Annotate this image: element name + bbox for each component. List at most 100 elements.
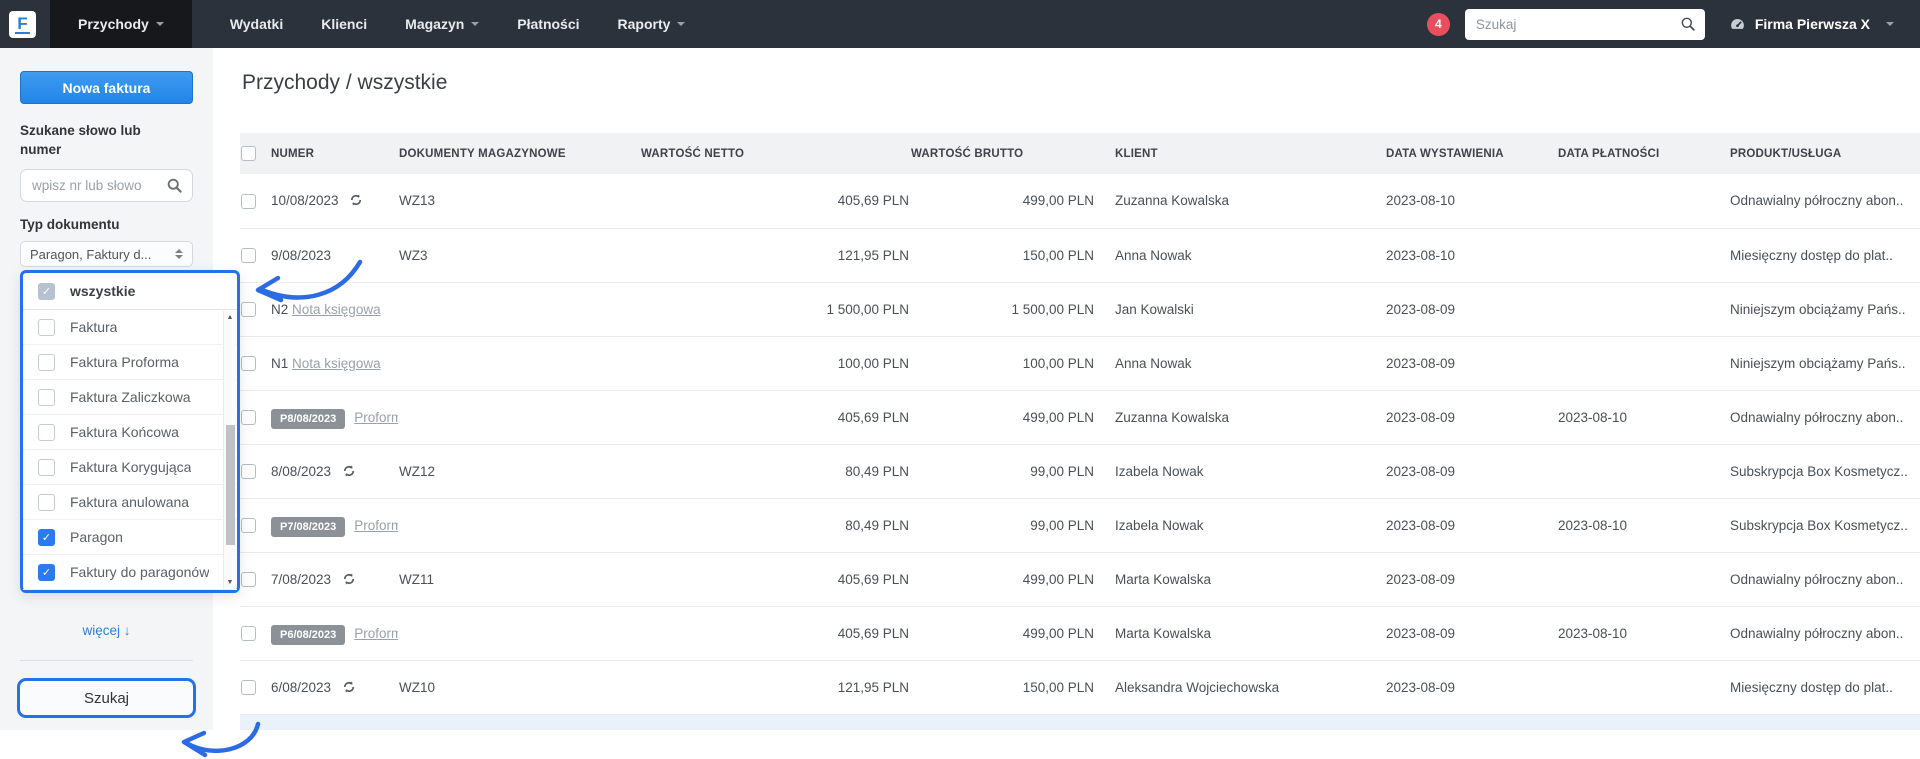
cell-netto: 80,49 PLN bbox=[640, 498, 910, 553]
proforma-badge: P6/08/2023 bbox=[271, 624, 346, 645]
dropdown-option-5[interactable]: Faktura anulowana bbox=[23, 485, 237, 520]
option-checkbox[interactable] bbox=[38, 423, 55, 441]
document-type-link[interactable]: Proforma bbox=[354, 626, 398, 641]
scroll-down-icon[interactable]: ▼ bbox=[224, 579, 236, 586]
column-header-3[interactable]: WARTOŚĆ BRUTTO bbox=[910, 133, 1095, 174]
dropdown-option-2[interactable]: Faktura Zaliczkowa bbox=[23, 380, 237, 415]
dropdown-option-1[interactable]: Faktura Proforma bbox=[23, 345, 237, 380]
nav-item-0[interactable]: Przychody bbox=[50, 0, 192, 48]
search-icon[interactable] bbox=[166, 177, 183, 194]
cell-number: 6/08/2023 bbox=[270, 660, 398, 715]
cell-issue-date: 2023-08-09 bbox=[1385, 660, 1557, 715]
company-selector[interactable]: Firma Pierwsza X bbox=[1729, 16, 1894, 33]
cell-issue-date: 2023-08-09 bbox=[1385, 390, 1557, 445]
dropdown-option-3[interactable]: Faktura Końcowa bbox=[23, 415, 237, 450]
document-number[interactable]: N2 bbox=[271, 302, 288, 317]
option-checkbox[interactable] bbox=[38, 353, 55, 371]
row-checkbox[interactable] bbox=[241, 679, 256, 695]
option-checkbox[interactable]: ✓ bbox=[38, 563, 55, 581]
document-number[interactable]: N1 bbox=[271, 356, 288, 371]
option-checkbox[interactable] bbox=[38, 388, 55, 406]
document-type-link[interactable]: Proforma bbox=[354, 518, 398, 533]
column-header-6[interactable]: DATA PŁATNOŚCI bbox=[1557, 133, 1729, 174]
scrollbar-thumb[interactable] bbox=[226, 424, 235, 545]
doc-type-dropdown-panel: ✓ wszystkie Faktura Faktura Proforma Faktu… bbox=[20, 270, 240, 593]
column-header-2[interactable]: WARTOŚĆ NETTO bbox=[640, 133, 910, 174]
table-row: 8/08/2023 WZ12 80,49 PLN 99,00 PLN Izabela … bbox=[240, 444, 1920, 499]
page-title: Przychody / wszystkie bbox=[242, 71, 448, 94]
cell-brutto: 99,00 PLN bbox=[910, 498, 1095, 553]
recurring-icon bbox=[343, 572, 354, 585]
option-checkbox[interactable] bbox=[38, 458, 55, 476]
cell-client: Izabela Nowak bbox=[1095, 498, 1385, 553]
new-invoice-button[interactable]: Nowa faktura bbox=[20, 71, 193, 104]
document-type-link[interactable]: Nota księgowa bbox=[292, 356, 381, 371]
search-icon[interactable] bbox=[1680, 16, 1696, 32]
dropdown-option-0[interactable]: Faktura bbox=[23, 310, 237, 345]
nav-item-5[interactable]: Raporty bbox=[618, 16, 686, 32]
row-checkbox[interactable] bbox=[241, 193, 256, 209]
cell-warehouse: WZ13 bbox=[398, 174, 640, 229]
option-checkbox[interactable] bbox=[38, 318, 55, 336]
global-search-input[interactable] bbox=[1473, 15, 1680, 33]
sidebar-search-button[interactable]: Szukaj bbox=[17, 678, 196, 718]
cell-number: 9/08/2023 bbox=[270, 228, 398, 283]
cell-client: Jan Kowalski bbox=[1095, 282, 1385, 337]
cell-payment-date bbox=[1557, 228, 1729, 283]
document-number[interactable]: 7/08/2023 bbox=[271, 572, 331, 587]
column-header-5[interactable]: DATA WYSTAWIENIA bbox=[1385, 133, 1557, 174]
checkbox-checked-muted[interactable]: ✓ bbox=[38, 282, 55, 300]
dropdown-option-7[interactable]: ✓ Faktury do paragonów bbox=[23, 555, 237, 590]
row-checkbox[interactable] bbox=[241, 625, 256, 641]
option-checkbox[interactable] bbox=[38, 493, 55, 511]
doc-type-select[interactable]: Paragon, Faktury d... bbox=[20, 241, 193, 267]
cell-netto: 80,49 PLN bbox=[640, 444, 910, 499]
cell-netto: 1 500,00 PLN bbox=[640, 282, 910, 337]
document-type-link[interactable]: Nota księgowa bbox=[292, 302, 381, 317]
cell-brutto: 150,00 PLN bbox=[910, 228, 1095, 283]
dropdown-option-4[interactable]: Faktura Korygująca bbox=[23, 450, 237, 485]
option-checkbox[interactable]: ✓ bbox=[38, 528, 55, 546]
sidebar-search-input[interactable] bbox=[30, 177, 166, 194]
nav-item-4[interactable]: Płatności bbox=[517, 16, 579, 32]
top-navbar: F Przychody Wydatki Klienci Magazyn Płatnośc… bbox=[0, 0, 1920, 48]
cell-brutto: 499,00 PLN bbox=[910, 552, 1095, 607]
nav-item-1[interactable]: Wydatki bbox=[230, 16, 283, 32]
column-header-4[interactable]: KLIENT bbox=[1095, 133, 1385, 174]
document-type-link[interactable]: Proforma bbox=[354, 410, 398, 425]
cell-number: N1 Nota księgowa bbox=[270, 336, 398, 391]
document-number[interactable]: 8/08/2023 bbox=[271, 464, 331, 479]
document-number[interactable]: 6/08/2023 bbox=[271, 680, 331, 695]
select-all-checkbox[interactable] bbox=[241, 146, 256, 161]
column-header-7[interactable]: PRODUKT/USŁUGA bbox=[1729, 133, 1920, 174]
cell-netto: 405,69 PLN bbox=[640, 174, 910, 229]
cell-number: 7/08/2023 bbox=[270, 552, 398, 607]
document-number[interactable]: 10/08/2023 bbox=[271, 193, 339, 208]
cell-warehouse: WZ12 bbox=[398, 444, 640, 499]
more-filters-link[interactable]: więcej ↓ bbox=[0, 623, 213, 638]
row-checkbox[interactable] bbox=[241, 517, 256, 533]
cell-product: Subskrypcja Box Kosmetycz.. bbox=[1729, 444, 1920, 499]
dropdown-option-6[interactable]: ✓ Paragon bbox=[23, 520, 237, 555]
dashboard-icon bbox=[1730, 18, 1744, 29]
row-checkbox[interactable] bbox=[241, 301, 256, 317]
column-header-0[interactable]: NUMER bbox=[270, 133, 398, 174]
cell-payment-date: 2023-08-10 bbox=[1557, 498, 1729, 553]
row-checkbox[interactable] bbox=[241, 571, 256, 587]
nav-item-3[interactable]: Magazyn bbox=[405, 16, 480, 32]
recurring-icon bbox=[343, 464, 354, 477]
cell-payment-date bbox=[1557, 660, 1729, 715]
notification-badge[interactable]: 4 bbox=[1426, 12, 1450, 36]
dropdown-scrollbar[interactable]: ▲ ▼ bbox=[223, 311, 236, 589]
row-checkbox[interactable] bbox=[241, 355, 256, 371]
row-checkbox[interactable] bbox=[241, 409, 256, 425]
row-checkbox[interactable] bbox=[241, 247, 256, 263]
dropdown-option-all[interactable]: ✓ wszystkie bbox=[23, 273, 237, 310]
nav-item-2[interactable]: Klienci bbox=[321, 16, 367, 32]
app-logo[interactable]: F bbox=[9, 10, 36, 38]
column-header-1[interactable]: DOKUMENTY MAGAZYNOWE bbox=[398, 133, 640, 174]
cell-product: Miesięczny dostęp do plat.. bbox=[1729, 660, 1920, 715]
scroll-up-icon[interactable]: ▲ bbox=[224, 314, 236, 321]
document-number[interactable]: 9/08/2023 bbox=[271, 248, 331, 263]
row-checkbox[interactable] bbox=[241, 463, 256, 479]
